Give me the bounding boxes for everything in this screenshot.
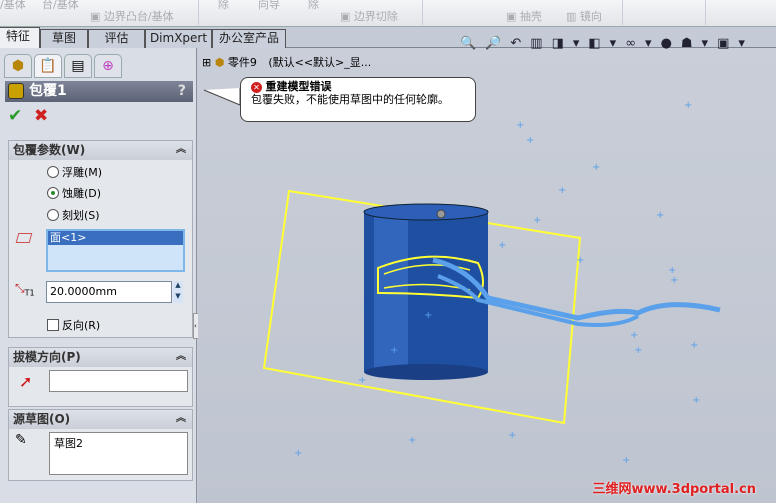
- svg-text:+: +: [408, 435, 416, 446]
- error-icon: ✕: [251, 82, 262, 93]
- wrap-parameters-group: 包覆参数(W) ︽ 浮雕(M) 蚀雕(D) 刻划(S) 面<1> ⤡T1 20.0…: [8, 140, 193, 338]
- svg-text:+: +: [294, 448, 302, 459]
- svg-text:+: +: [592, 162, 600, 173]
- shell-button[interactable]: ▣ 抽壳: [506, 8, 542, 24]
- svg-text:+: +: [690, 340, 698, 351]
- collapse-chevron-icon[interactable]: ︽: [176, 141, 186, 159]
- face-selection-list[interactable]: 面<1>: [46, 229, 185, 272]
- group-header: 拔模方向(P): [13, 350, 81, 364]
- svg-text:+: +: [533, 215, 541, 226]
- property-manager: ⬢ 📋 ▤ ⊕ 包覆1 ? ✔ ✖ 包覆参数(W) ︽ 浮雕(M) 蚀雕(D) 刻…: [0, 48, 201, 503]
- toolbar-separator: [622, 0, 623, 25]
- svg-text:+: +: [558, 185, 566, 196]
- tab-office-products[interactable]: 办公室产品: [212, 29, 286, 48]
- collapse-chevron-icon[interactable]: ︽: [176, 348, 186, 366]
- tab-sketch[interactable]: 草图: [40, 29, 88, 48]
- tab-dimxpert[interactable]: DimXpert: [145, 29, 212, 48]
- svg-text:+: +: [358, 375, 366, 386]
- svg-text:+: +: [576, 255, 584, 266]
- configuration-tab-icon[interactable]: ▤: [64, 54, 92, 78]
- wrap-feature-icon: [8, 83, 24, 99]
- toolbar-item[interactable]: 除: [308, 0, 319, 12]
- toolbar-item[interactable]: 向导: [258, 0, 280, 12]
- emboss-radio[interactable]: 浮雕(M): [47, 164, 102, 180]
- svg-text:+: +: [630, 330, 638, 341]
- thickness-icon: ⤡T1: [15, 281, 35, 298]
- error-title: 重建模型错误: [265, 80, 332, 93]
- direction-arrow-icon: ➚: [19, 372, 33, 391]
- cancel-x-icon[interactable]: ✖: [34, 106, 48, 126]
- ok-check-icon[interactable]: ✔: [8, 106, 22, 126]
- error-message: 包覆失败，不能使用草图中的任何轮廓。: [251, 93, 449, 106]
- svg-text:+: +: [684, 100, 692, 111]
- source-sketch-field[interactable]: 草图2: [49, 432, 188, 475]
- svg-text:+: +: [634, 345, 642, 356]
- cylinder-bottom: [364, 364, 488, 380]
- toolbar-item[interactable]: /基体: [0, 0, 26, 12]
- tab-features[interactable]: 特征: [0, 27, 40, 48]
- svg-text:+: +: [692, 395, 700, 406]
- error-tooltip: ✕ 重建模型错误 包覆失败，不能使用草图中的任何轮廓。: [240, 77, 476, 122]
- group-header: 源草图(O): [13, 412, 71, 426]
- svg-text:+: +: [424, 310, 432, 321]
- origin-point: [436, 209, 446, 219]
- toolbar-item[interactable]: 除: [218, 0, 229, 12]
- pull-direction-group: 拔模方向(P) ︽ ➚: [8, 347, 193, 407]
- thickness-input[interactable]: 20.0000mm: [46, 281, 172, 303]
- watermark: 三维网www.3dportal.cn: [592, 482, 756, 497]
- boundary-boss-button[interactable]: ▣ 边界凸台/基体: [90, 8, 174, 24]
- property-manager-tab-icon[interactable]: 📋: [34, 54, 62, 78]
- svg-text:+: +: [526, 135, 534, 146]
- svg-text:+: +: [498, 240, 506, 251]
- thickness-spin-down[interactable]: ▼: [173, 292, 183, 303]
- toolbar-separator: [705, 0, 706, 25]
- feature-title-bar: 包覆1 ?: [5, 81, 193, 102]
- deboss-radio[interactable]: 蚀雕(D): [47, 185, 101, 201]
- source-sketch-group: 源草图(O) ︽ ✎ 草图2: [8, 409, 193, 481]
- face-list-item[interactable]: 面<1>: [48, 231, 183, 245]
- feature-tree-tab-icon[interactable]: ⬢: [4, 54, 32, 78]
- toolbar-separator: [198, 0, 199, 25]
- toolbar-item[interactable]: 台/基体: [42, 0, 79, 12]
- face-selection-icon: [15, 233, 33, 243]
- dimxpert-tab-icon[interactable]: ⊕: [94, 54, 122, 78]
- svg-text:+: +: [656, 210, 664, 221]
- help-button[interactable]: ?: [178, 81, 186, 101]
- group-header: 包覆参数(W): [13, 143, 86, 157]
- boundary-cut-button[interactable]: ▣ 边界切除: [340, 8, 398, 24]
- tab-evaluate[interactable]: 评估: [88, 29, 145, 48]
- reverse-checkbox[interactable]: 反向(R): [47, 317, 100, 333]
- cylinder-top: [363, 203, 489, 221]
- toolbar-separator: [422, 0, 423, 25]
- svg-text:+: +: [508, 430, 516, 441]
- pull-direction-field[interactable]: [49, 370, 188, 392]
- svg-text:+: +: [516, 120, 524, 131]
- feature-title: 包覆1: [29, 83, 67, 99]
- svg-text:+: +: [390, 345, 398, 356]
- mirror-button[interactable]: ▥ 镜向: [566, 8, 602, 24]
- thickness-spin-up[interactable]: ▲: [173, 281, 183, 292]
- sketch-pencil-icon: ✎: [15, 432, 27, 448]
- svg-text:+: +: [622, 455, 630, 466]
- svg-text:+: +: [670, 275, 678, 286]
- collapse-chevron-icon[interactable]: ︽: [176, 410, 186, 428]
- scribe-radio[interactable]: 刻划(S): [47, 207, 100, 223]
- balloon-pointer: [203, 88, 241, 106]
- command-manager-toolbar: /基体 台/基体 ▣ 边界凸台/基体 除 向导 除 ▣ 边界切除 ▣ 抽壳 ▥ …: [0, 0, 776, 27]
